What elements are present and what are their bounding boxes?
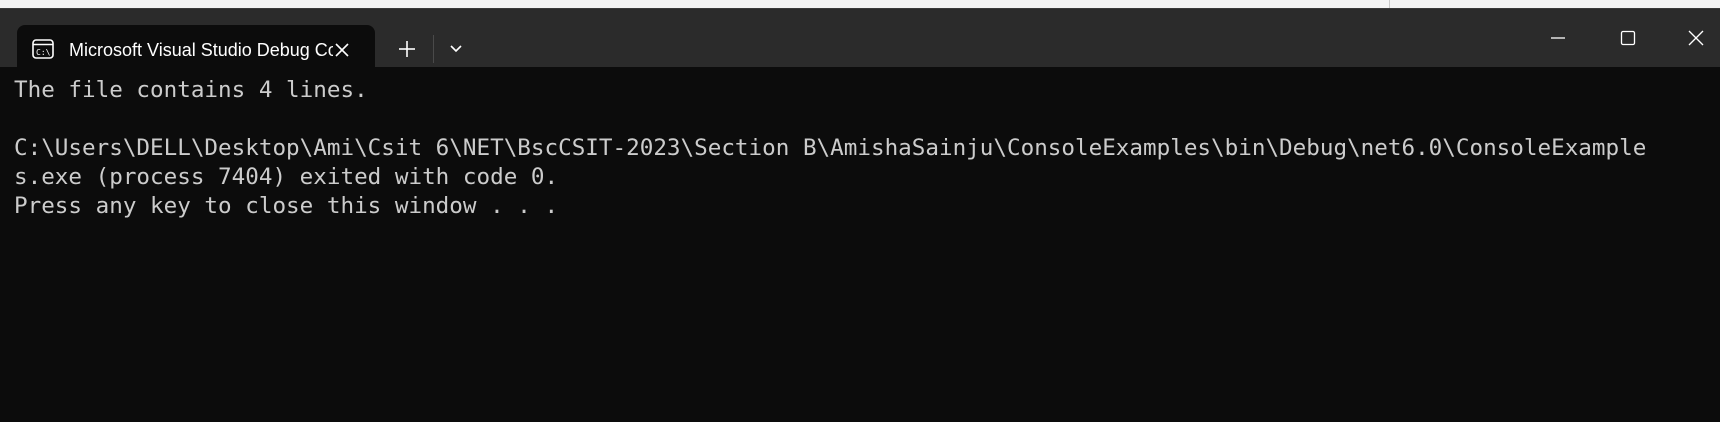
tab-close-icon[interactable] <box>330 38 354 62</box>
svg-text:C:\: C:\ <box>36 48 51 57</box>
console-icon: C:\ <box>32 39 54 59</box>
terminal-line: The file contains 4 lines. <box>14 77 368 103</box>
close-icon <box>1688 30 1704 46</box>
terminal-line: s.exe (process 7404) exited with code 0. <box>14 164 559 190</box>
titlebar-separator <box>433 35 434 63</box>
maximize-button[interactable] <box>1594 9 1662 67</box>
minimize-button[interactable] <box>1524 9 1592 67</box>
plus-icon <box>399 41 415 57</box>
new-tab-button[interactable] <box>391 33 423 65</box>
close-button[interactable] <box>1662 9 1720 67</box>
maximize-icon <box>1620 30 1636 46</box>
tab-debug-console[interactable]: C:\ Microsoft Visual Studio Debug Consol… <box>17 25 375 76</box>
title-bar[interactable]: C:\ Microsoft Visual Studio Debug Consol… <box>0 9 1720 76</box>
terminal-window: C:\ Microsoft Visual Studio Debug Consol… <box>0 8 1720 422</box>
terminal-line: C:\Users\DELL\Desktop\Ami\Csit 6\NET\Bsc… <box>14 135 1647 161</box>
tab-title: Microsoft Visual Studio Debug Console <box>69 40 333 60</box>
terminal-output[interactable]: The file contains 4 lines. C:\Users\DELL… <box>14 76 1714 221</box>
minimize-icon <box>1551 37 1565 39</box>
terminal-line: Press any key to close this window . . . <box>14 193 559 219</box>
chevron-down-icon <box>450 45 462 53</box>
tab-dropdown-button[interactable] <box>440 33 472 65</box>
